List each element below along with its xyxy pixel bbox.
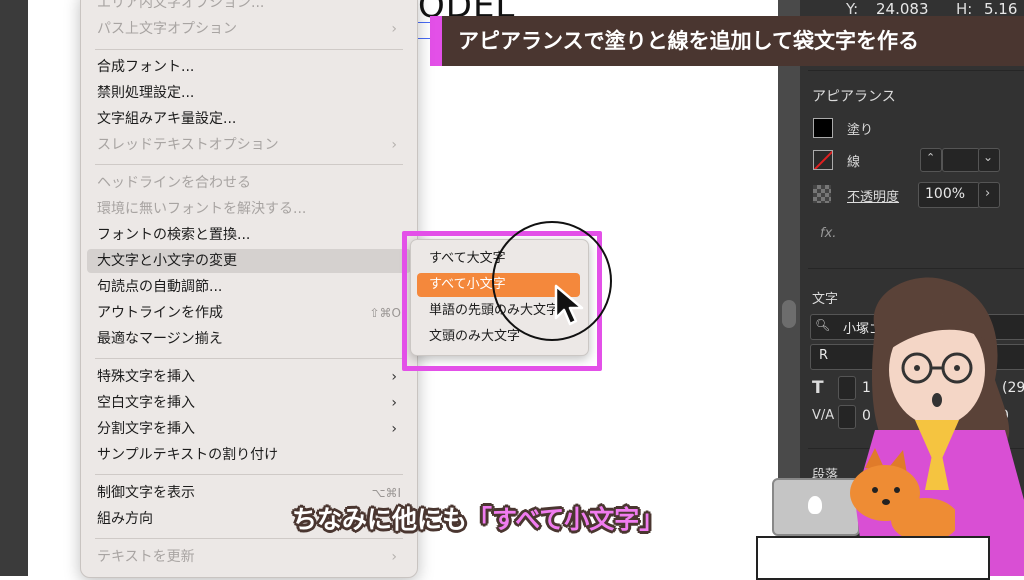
opacity-swatch [813,185,831,203]
menu-item-label: アウトラインを作成 [97,305,223,321]
chevron-right-icon: › [391,421,397,437]
kerning-icon: V/A [812,408,835,423]
banner-accent [430,16,442,66]
dog-character-illustration [850,448,955,538]
menu-item-type-on-path-options[interactable]: パス上文字オプション › [97,17,401,41]
menu-item-label: 文字組みアキ量設定... [97,111,237,127]
fx-icon[interactable]: fx. [820,226,836,241]
menu-item-label: パス上文字オプション [97,21,237,37]
chevron-right-icon: › [391,21,397,37]
menu-item-label: エリア内文字オプション... [97,0,265,11]
search-icon: 🔍︎ [815,318,831,332]
menu-item-label: 合成フォント... [97,59,195,75]
kerning-stepper[interactable] [838,405,856,429]
menu-item-label: テキストを更新 [97,549,195,565]
menu-item-fit-headline[interactable]: ヘッドラインを合わせる [97,171,401,195]
fill-swatch[interactable] [813,118,833,138]
menu-item-label: 空白文字を挿入 [97,395,195,411]
menu-item-insert-whitespace[interactable]: 空白文字を挿入 › [97,391,401,415]
menu-item-resolve-missing-fonts[interactable]: 環境に無いフォントを解決する... [97,197,401,221]
font-size-stepper[interactable] [838,376,856,400]
menu-item-fill-placeholder-text[interactable]: サンプルテキストの割り付け [97,443,401,467]
chevron-right-icon: › [391,137,397,153]
menu-item-mojikumi-settings[interactable]: 文字組みアキ量設定... [97,107,401,131]
window-edge [0,0,28,576]
font-style-value: R [819,348,829,363]
stroke-weight-stepper[interactable]: ⌃ [920,148,942,172]
menu-item-area-type-options[interactable]: エリア内文字オプション... [97,0,401,15]
stroke-label: 線 [847,155,861,170]
menu-item-update-legacy-text[interactable]: テキストを更新 › [97,545,401,569]
menu-item-label: 最適なマージン揃え [97,331,223,347]
opacity-value: 100% [925,186,966,202]
menu-item-label: フォントの検索と置換... [97,227,251,243]
fill-label: 塗り [847,123,874,138]
menu-item-insert-break[interactable]: 分割文字を挿入 › [97,417,401,441]
stepper-icon: ⌃ [926,151,936,164]
caption-prefix: ちなみに他にも [292,505,468,534]
chevron-right-icon: › [391,369,397,385]
menu-item-optical-margin-alignment[interactable]: 最適なマージン揃え [97,327,401,351]
menu-item-label: 組み方向 [97,511,153,527]
type-context-menu: エリア内文字オプション... パス上文字オプション › 合成フォント... 禁則処… [80,0,418,578]
menu-item-label: 句読点の自動調節... [97,279,223,295]
menu-item-label: 禁則処理設定... [97,85,195,101]
desk-illustration [756,536,990,580]
menu-item-label: ヘッドラインを合わせる [97,175,251,191]
menu-item-label: サンプルテキストの割り付け [97,447,279,463]
menu-separator [95,474,403,475]
mouse-pointer-icon [554,284,584,326]
banner-title: アピアランスで塗りと線を追加して袋文字を作る [458,29,919,53]
menu-separator [95,164,403,165]
menu-item-insert-special-character[interactable]: 特殊文字を挿入 › [97,365,401,389]
caption-highlight: 「すべて小文字」 [467,505,665,534]
menu-separator [95,49,403,50]
stroke-weight-field[interactable] [942,148,980,172]
menu-item-label: 特殊文字を挿入 [97,369,195,385]
opacity-arrow-button[interactable]: › [978,182,1000,208]
menu-item-label: 分割文字を挿入 [97,421,195,437]
menu-item-label: 制御文字を表示 [97,485,195,501]
subtitle-caption: ちなみに他にも「すべて小文字」 [292,500,664,536]
menu-item-threaded-text-options[interactable]: スレッドテキストオプション › [97,133,401,157]
menu-item-kinsoku-settings[interactable]: 禁則処理設定... [97,81,401,105]
stroke-weight-dropdown[interactable]: ⌄ [978,148,1000,172]
chevron-right-icon: › [391,549,397,565]
section-divider [808,268,1024,269]
menu-item-create-outlines[interactable]: アウトラインを作成 ⇧⌘O [97,301,401,325]
apple-logo-icon [808,496,822,514]
opacity-field[interactable]: 100% [918,182,980,208]
menu-item-label: 環境に無いフォントを解決する... [97,201,307,217]
menu-item-find-replace-font[interactable]: フォントの検索と置換... [97,223,401,247]
shortcut-label: ⇧⌘O [369,306,402,320]
chevron-right-icon: › [391,395,397,411]
menu-item-label: 大文字と小文字の変更 [97,253,237,269]
menu-item-smart-punctuation[interactable]: 句読点の自動調節... [97,275,401,299]
character-title: 文字 [812,292,839,307]
panel-collapse-handle[interactable] [782,300,796,328]
opacity-label[interactable]: 不透明度 [847,186,899,205]
menu-item-change-case[interactable]: 大文字と小文字の変更 › [87,249,411,273]
section-divider [808,70,1024,71]
menu-separator [95,538,403,539]
chevron-right-icon: › [985,186,991,201]
menu-item-label: スレッドテキストオプション [97,137,279,153]
chevron-down-icon: ⌄ [983,150,994,164]
stroke-swatch[interactable] [813,150,833,170]
menu-separator [95,358,403,359]
font-size-icon: T [812,378,824,398]
menu-item-composite-fonts[interactable]: 合成フォント... [97,55,401,79]
appearance-title: アピアランス [812,89,896,105]
